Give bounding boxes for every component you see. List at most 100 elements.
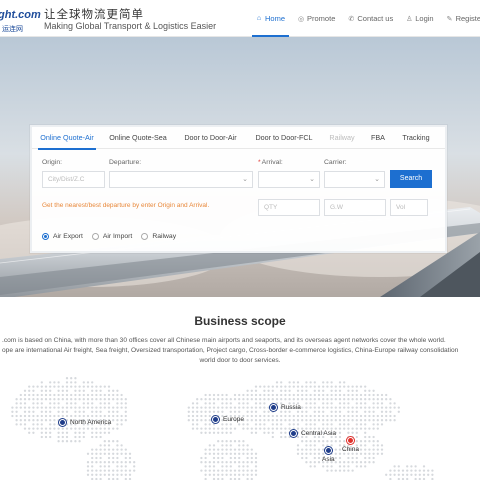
nav-contact[interactable]: ✆ Contact us bbox=[344, 0, 402, 37]
map-dot bbox=[99, 385, 102, 388]
map-dot bbox=[61, 389, 64, 392]
map-dot bbox=[233, 393, 237, 397]
map-dot bbox=[15, 402, 18, 405]
map-dot bbox=[86, 406, 90, 409]
map-dot bbox=[78, 385, 81, 388]
map-dot bbox=[103, 393, 106, 397]
region-europe-label: Europe bbox=[223, 416, 244, 423]
map-dot bbox=[95, 414, 98, 418]
region-central-asia[interactable]: Central Asia bbox=[290, 430, 336, 437]
tab-door-to-door-air[interactable]: Door to Door-Air bbox=[174, 127, 247, 149]
map-dot bbox=[246, 398, 249, 401]
map-dot bbox=[343, 461, 346, 464]
map-dot bbox=[280, 423, 283, 426]
radio-railway[interactable]: Railway bbox=[141, 233, 176, 240]
qty-input[interactable]: QTY bbox=[258, 199, 320, 216]
map-dot bbox=[414, 469, 417, 472]
map-dot bbox=[359, 414, 363, 418]
map-dot bbox=[364, 423, 367, 426]
map-dot bbox=[338, 427, 342, 430]
map-dot bbox=[355, 431, 358, 434]
map-dot bbox=[11, 406, 14, 409]
carrier-select[interactable]: ⌄ bbox=[324, 171, 385, 188]
logo[interactable]: ght.com 运连网 bbox=[0, 4, 41, 33]
map-dot bbox=[28, 393, 31, 397]
gross-weight-input[interactable]: G.W bbox=[324, 199, 386, 216]
map-dot bbox=[309, 381, 312, 384]
map-dot bbox=[250, 393, 253, 397]
map-dot bbox=[204, 473, 207, 476]
map-dot bbox=[233, 452, 237, 455]
volume-input[interactable]: Vol bbox=[390, 199, 428, 216]
region-north-america[interactable]: North America bbox=[59, 419, 111, 426]
map-dot bbox=[347, 393, 350, 397]
map-dot bbox=[53, 414, 56, 418]
map-dot bbox=[368, 461, 371, 464]
tab-door-to-door-fcl[interactable]: Door to Door-FCL bbox=[247, 127, 321, 149]
tab-online-quote-sea[interactable]: Online Quote-Sea bbox=[102, 127, 174, 149]
map-dot bbox=[326, 414, 329, 418]
tab-tracking[interactable]: Tracking bbox=[393, 127, 439, 149]
map-dot bbox=[275, 414, 279, 418]
map-dot bbox=[389, 406, 392, 409]
map-dot bbox=[128, 469, 132, 472]
map-dot bbox=[124, 465, 127, 468]
map-dot bbox=[246, 461, 249, 464]
map-dot bbox=[99, 402, 102, 405]
map-dot bbox=[91, 465, 94, 468]
map-dot bbox=[351, 431, 354, 434]
map-dot bbox=[259, 427, 262, 430]
map-dot bbox=[221, 431, 224, 434]
map-dot bbox=[70, 406, 73, 409]
map-dot bbox=[393, 469, 396, 472]
map-dot bbox=[112, 410, 115, 413]
map-dot bbox=[292, 381, 295, 384]
region-russia[interactable]: Russia bbox=[270, 404, 301, 411]
map-dot bbox=[330, 469, 333, 472]
map-dot bbox=[233, 427, 237, 430]
tab-railway[interactable]: Railway bbox=[321, 127, 363, 149]
map-dot bbox=[389, 398, 392, 401]
map-dot bbox=[78, 393, 81, 397]
departure-select[interactable]: ⌄ bbox=[109, 171, 253, 188]
map-dot bbox=[82, 389, 85, 392]
nav-promote[interactable]: ◎ Promote bbox=[294, 0, 344, 37]
map-dot bbox=[116, 448, 119, 451]
page: ght.com 运连网 让全球物流更简单 Making Global Trans… bbox=[0, 0, 480, 480]
tab-fba[interactable]: FBA bbox=[363, 127, 393, 149]
radio-air-import[interactable]: Air Import bbox=[91, 233, 132, 240]
map-dot bbox=[233, 406, 237, 409]
origin-input[interactable]: City/Dist/Z.C bbox=[42, 171, 105, 188]
region-china[interactable]: China bbox=[342, 437, 359, 453]
map-dot bbox=[49, 419, 52, 422]
map-dot bbox=[44, 398, 48, 401]
arrival-select[interactable]: ⌄ bbox=[258, 171, 320, 188]
map-dot bbox=[112, 440, 115, 443]
nav-register[interactable]: ✎ Registe bbox=[443, 0, 480, 37]
map-dot bbox=[23, 389, 27, 392]
search-button[interactable]: Search bbox=[390, 170, 432, 188]
nav-register-label: Registe bbox=[455, 14, 480, 23]
nav-home[interactable]: ⌂ Home bbox=[252, 0, 294, 37]
map-dot bbox=[389, 410, 392, 413]
region-europe[interactable]: Europe bbox=[212, 416, 244, 423]
region-asia[interactable]: Asia bbox=[322, 447, 335, 463]
map-dot bbox=[124, 414, 127, 418]
map-dot bbox=[322, 414, 325, 418]
map-dot bbox=[229, 473, 232, 476]
map-dot bbox=[301, 406, 304, 409]
nav-login[interactable]: ♙ Login bbox=[402, 0, 442, 37]
map-dot bbox=[338, 431, 342, 434]
map-dot bbox=[359, 452, 363, 455]
map-dot bbox=[238, 456, 241, 460]
map-dot bbox=[70, 393, 73, 397]
map-dot bbox=[91, 385, 94, 388]
map-dot bbox=[91, 389, 94, 392]
map-dot bbox=[49, 414, 52, 418]
tab-online-quote-air[interactable]: Online Quote-Air bbox=[32, 127, 102, 150]
radio-air-export[interactable]: Air Export bbox=[42, 233, 83, 240]
map-dot bbox=[309, 393, 312, 397]
map-dot bbox=[187, 414, 190, 418]
map-dot bbox=[427, 473, 430, 476]
map-dot bbox=[372, 414, 375, 418]
